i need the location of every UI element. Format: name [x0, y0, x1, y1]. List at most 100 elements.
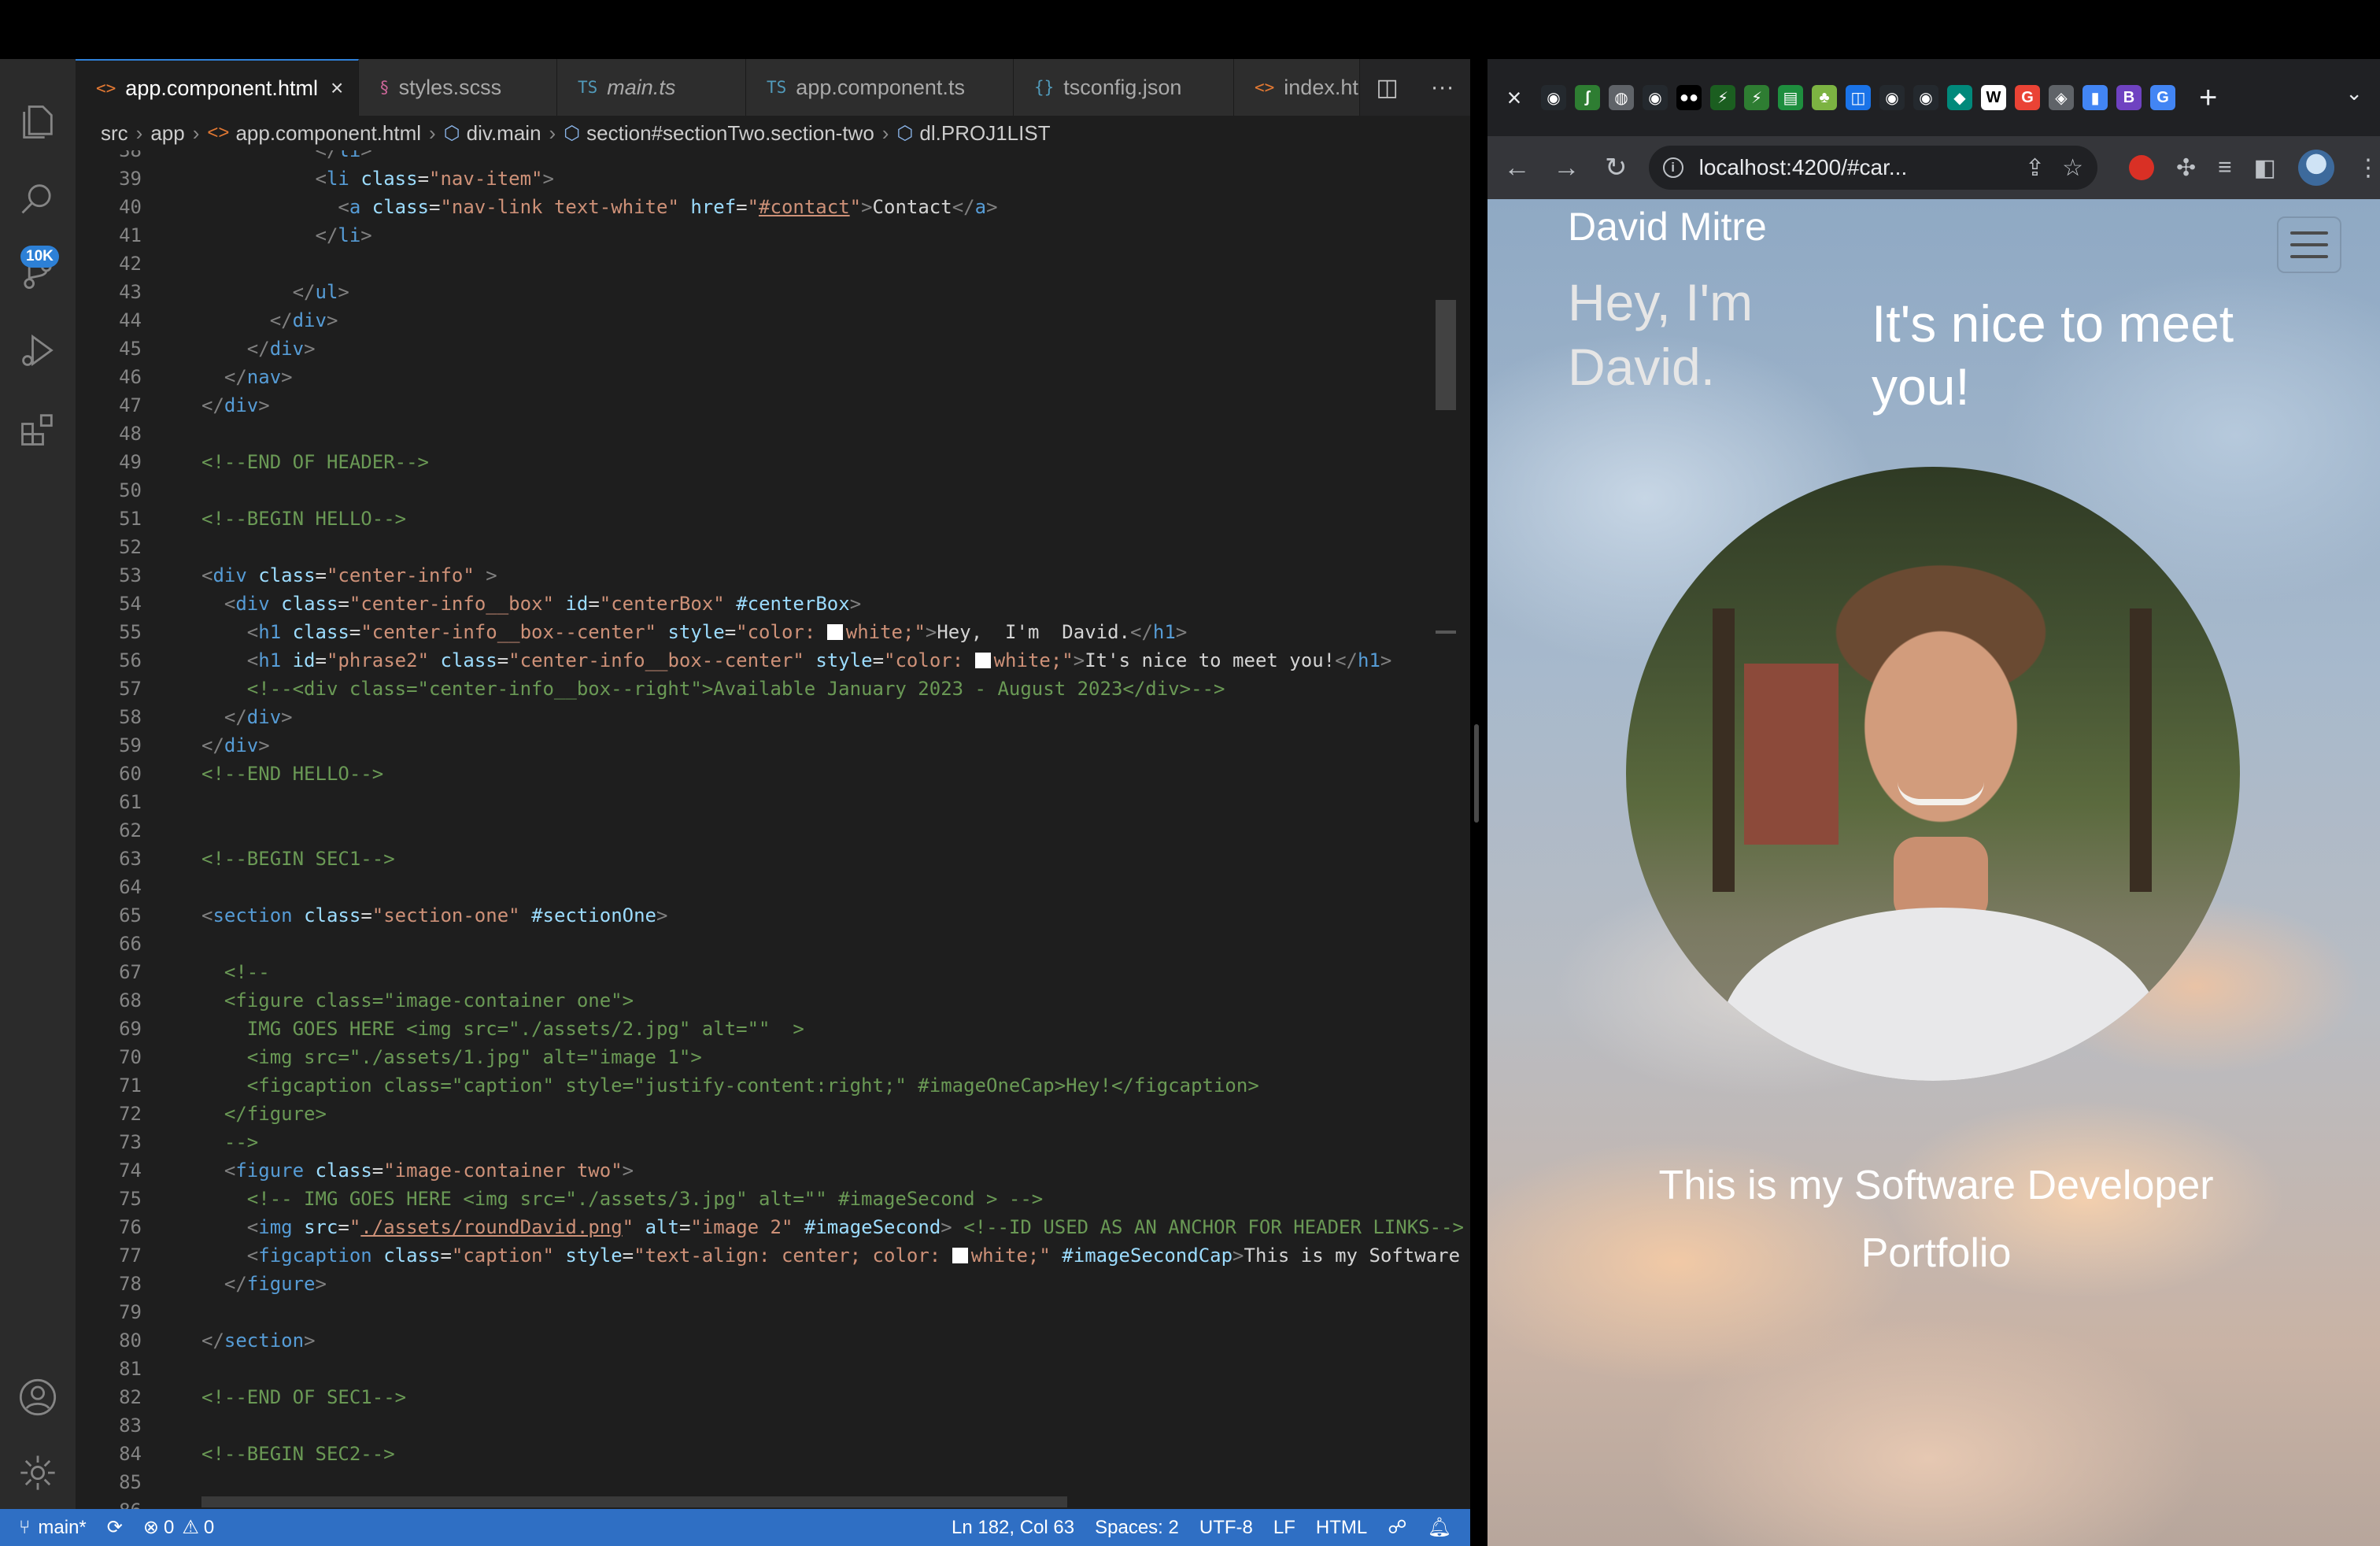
- tab-index-html[interactable]: <> index.ht: [1234, 59, 1360, 116]
- search-icon[interactable]: [14, 176, 61, 223]
- code-lines[interactable]: </li> <li class="nav-item"> <a class="na…: [201, 150, 1470, 1509]
- close-tab-icon[interactable]: ×: [331, 76, 343, 101]
- close-tab-icon[interactable]: ×: [1494, 83, 1535, 113]
- pinned-tab-favicon-icon[interactable]: ◉: [1879, 85, 1905, 110]
- profile-avatar[interactable]: [2298, 150, 2335, 186]
- browser-menu-icon[interactable]: ⋮: [2356, 154, 2380, 182]
- code-line[interactable]: <h1 id="phrase2" class="center-info__box…: [201, 646, 1470, 675]
- code-line[interactable]: <a class="nav-link text-white" href="#co…: [201, 193, 1470, 221]
- code-line[interactable]: [201, 788, 1470, 816]
- explorer-icon[interactable]: [14, 98, 61, 146]
- code-line[interactable]: </div>: [201, 703, 1470, 731]
- code-line[interactable]: </ul>: [201, 278, 1470, 306]
- code-line[interactable]: <!--: [201, 958, 1470, 986]
- end-of-line[interactable]: LF: [1273, 1517, 1295, 1539]
- cursor-position[interactable]: Ln 182, Col 63: [952, 1517, 1074, 1539]
- pinned-tab-favicon-icon[interactable]: W: [1981, 85, 2006, 110]
- code-line[interactable]: </figure>: [201, 1100, 1470, 1128]
- more-actions-icon[interactable]: ···: [1431, 74, 1454, 101]
- code-line[interactable]: </div>: [201, 335, 1470, 363]
- pinned-tab-favicon-icon[interactable]: ◆: [1947, 85, 1972, 110]
- hamburger-menu-icon[interactable]: [2277, 216, 2341, 273]
- pinned-tab-favicon-icon[interactable]: ◉: [1643, 85, 1668, 110]
- pinned-tab-favicon-icon[interactable]: ◫: [1846, 85, 1871, 110]
- sync-icon[interactable]: ⟳: [107, 1516, 123, 1539]
- vertical-scrollbar-thumb[interactable]: [1436, 300, 1456, 410]
- breadcrumb-div-main[interactable]: div.main: [467, 121, 541, 146]
- horizontal-scrollbar-thumb[interactable]: [201, 1496, 1067, 1507]
- account-icon[interactable]: [14, 1374, 61, 1421]
- pinned-tab-favicon-icon[interactable]: ●●: [1676, 85, 1702, 110]
- code-line[interactable]: </li>: [201, 221, 1470, 250]
- tab-search-chevron-down-icon[interactable]: ⌄: [2345, 81, 2363, 105]
- bookmark-star-icon[interactable]: ☆: [2062, 154, 2083, 182]
- breadcrumb-src[interactable]: src: [101, 121, 128, 146]
- code-line[interactable]: </nav>: [201, 363, 1470, 391]
- pinned-tab-favicon-icon[interactable]: ♣: [1812, 85, 1837, 110]
- code-line[interactable]: [201, 1355, 1470, 1383]
- code-line[interactable]: <img src="./assets/1.jpg" alt="image 1">: [201, 1043, 1470, 1071]
- code-line[interactable]: <div class="center-info__box" id="center…: [201, 590, 1470, 618]
- pinned-tab-favicon-icon[interactable]: B: [2116, 85, 2142, 110]
- code-line[interactable]: <li class="nav-item">: [201, 165, 1470, 193]
- code-line[interactable]: IMG GOES HERE <img src="./assets/2.jpg" …: [201, 1015, 1470, 1043]
- code-line[interactable]: <!-- IMG GOES HERE <img src="./assets/3.…: [201, 1185, 1470, 1213]
- code-line[interactable]: [201, 816, 1470, 845]
- forward-arrow-icon[interactable]: →: [1542, 153, 1591, 183]
- indentation[interactable]: Spaces: 2: [1095, 1517, 1179, 1539]
- code-line[interactable]: </div>: [201, 306, 1470, 335]
- code-line[interactable]: <h1 class="center-info__box--center" sty…: [201, 618, 1470, 646]
- code-line[interactable]: [201, 533, 1470, 561]
- code-line[interactable]: <!--END OF SEC1-->: [201, 1383, 1470, 1411]
- tab-main-ts[interactable]: TS main.ts: [557, 59, 746, 116]
- code-editor[interactable]: 38 39 40 41 42 43 44 45 46 47 48 49 50 51 52 53 54 55 56 57…: [76, 150, 1470, 1509]
- reload-icon[interactable]: ↻: [1591, 152, 1641, 183]
- extensions-icon[interactable]: [14, 405, 61, 453]
- pinned-tab-favicon-icon[interactable]: G: [2015, 85, 2040, 110]
- tab-app-component-ts[interactable]: TS app.component.ts: [746, 59, 1014, 116]
- code-line[interactable]: <!--BEGIN SEC1-->: [201, 845, 1470, 873]
- code-line[interactable]: </li>: [201, 150, 1470, 165]
- tab-styles-scss[interactable]: § styles.scss: [359, 59, 557, 116]
- pinned-tab-favicon-icon[interactable]: ⚡: [1710, 85, 1735, 110]
- new-tab-plus-icon[interactable]: +: [2199, 80, 2217, 116]
- code-line[interactable]: <!--BEGIN SEC2-->: [201, 1440, 1470, 1468]
- pinned-tab-favicon-icon[interactable]: G: [2150, 85, 2175, 110]
- code-line[interactable]: <!--BEGIN HELLO-->: [201, 505, 1470, 533]
- code-line[interactable]: </div>: [201, 391, 1470, 420]
- url-text[interactable]: localhost:4200/#car...: [1699, 155, 2008, 180]
- pinned-tab-favicon-icon[interactable]: ⚡: [1744, 85, 1769, 110]
- pinned-tab-favicon-icon[interactable]: ◉: [1541, 85, 1566, 110]
- code-line[interactable]: [201, 420, 1470, 448]
- code-line[interactable]: <img src="./assets/roundDavid.png" alt="…: [201, 1213, 1470, 1241]
- code-line[interactable]: </div>: [201, 731, 1470, 760]
- encoding[interactable]: UTF-8: [1199, 1517, 1253, 1539]
- code-line[interactable]: <!--<div class="center-info__box--right"…: [201, 675, 1470, 703]
- feedback-icon[interactable]: ☍: [1388, 1516, 1406, 1539]
- breadcrumb-dl[interactable]: dl.PROJ1LIST: [919, 121, 1050, 146]
- code-line[interactable]: <figure class="image-container two">: [201, 1156, 1470, 1185]
- code-line[interactable]: [201, 1298, 1470, 1326]
- code-line[interactable]: [201, 1411, 1470, 1440]
- pinned-tab-favicon-icon[interactable]: ▤: [1778, 85, 1803, 110]
- address-bar[interactable]: i localhost:4200/#car... ⇪ ☆: [1648, 146, 2097, 190]
- language-mode[interactable]: HTML: [1316, 1517, 1367, 1539]
- tab-tsconfig-json[interactable]: {} tsconfig.json: [1014, 59, 1234, 116]
- settings-gear-icon[interactable]: [14, 1449, 61, 1496]
- pinned-tab-favicon-icon[interactable]: ◈: [2049, 85, 2074, 110]
- breadcrumb-app[interactable]: app: [150, 121, 184, 146]
- code-line[interactable]: <div class="center-info" >: [201, 561, 1470, 590]
- code-line[interactable]: <!--END HELLO-->: [201, 760, 1470, 788]
- code-line[interactable]: -->: [201, 1128, 1470, 1156]
- code-line[interactable]: [201, 1468, 1470, 1496]
- reading-list-icon[interactable]: ≡: [2218, 154, 2232, 181]
- pinned-tab-favicon-icon[interactable]: ʃ: [1575, 85, 1600, 110]
- notifications-bell-icon[interactable]: 🔔︎: [1428, 1516, 1451, 1539]
- code-line[interactable]: [201, 250, 1470, 278]
- extensions-puzzle-icon[interactable]: ✣: [2176, 154, 2196, 182]
- code-line[interactable]: [201, 476, 1470, 505]
- site-info-icon[interactable]: i: [1662, 157, 1683, 178]
- breadcrumb-file[interactable]: app.component.html: [235, 121, 421, 146]
- warning-icon[interactable]: ⚠: [182, 1516, 199, 1539]
- error-icon[interactable]: ⊗: [143, 1516, 159, 1539]
